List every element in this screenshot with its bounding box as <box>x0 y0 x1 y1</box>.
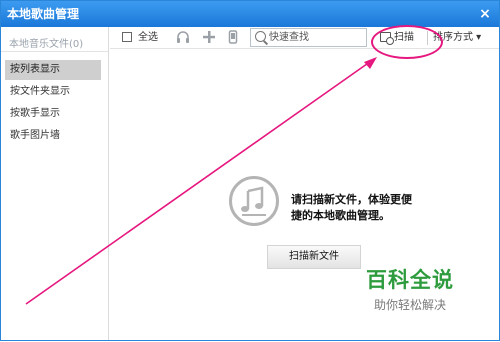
local-song-manager-window: 本地歌曲管理 × 本地音乐文件(0) 按列表显示 按文件夹显示 按歌手显示 歌手… <box>0 0 500 341</box>
watermark-subtitle: 助你轻松解决 <box>374 298 447 312</box>
watermark-title: 百科全说 <box>366 268 454 292</box>
